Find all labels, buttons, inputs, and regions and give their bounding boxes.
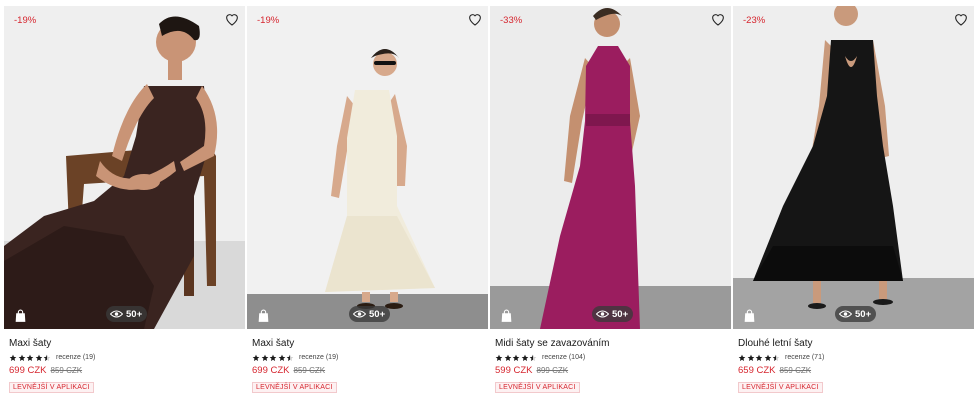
product-card[interactable]: -23% 50+ Dlouhé letní šaty recenze (71) … <box>733 6 974 394</box>
heart-icon[interactable] <box>467 11 483 27</box>
star-icon <box>772 354 780 361</box>
price-row: 699 CZK 859 CZK <box>9 365 245 376</box>
sale-price: 659 CZK <box>738 365 776 376</box>
views-badge: 50+ <box>349 306 391 322</box>
discount-badge: -33% <box>500 15 523 26</box>
star-icon <box>764 354 771 361</box>
app-promo-badge: LEVNĚJŠÍ V APLIKACI <box>252 382 337 393</box>
app-promo-badge: LEVNĚJŠÍ V APLIKACI <box>495 382 580 393</box>
rating-stars <box>495 354 537 362</box>
product-image[interactable]: -23% 50+ <box>733 6 974 329</box>
heart-icon[interactable] <box>953 11 969 27</box>
product-info: Midi šaty se zavazováním recenze (104) 5… <box>490 329 731 394</box>
star-icon <box>278 354 285 361</box>
product-card[interactable]: -19% 50+ Maxi šaty recenze (19) 699 CZK … <box>4 6 245 394</box>
original-price: 859 CZK <box>293 366 326 375</box>
star-icon <box>35 354 42 361</box>
sale-price: 599 CZK <box>495 365 533 376</box>
star-icon <box>26 354 34 361</box>
sale-price: 699 CZK <box>9 365 47 376</box>
original-price: 859 CZK <box>779 366 812 375</box>
star-icon <box>286 354 294 361</box>
star-icon <box>495 354 503 361</box>
original-price: 859 CZK <box>50 366 83 375</box>
product-image[interactable]: -33% 50+ <box>490 6 731 329</box>
product-info: Dlouhé letní šaty recenze (71) 659 CZK 8… <box>733 329 974 394</box>
star-icon <box>269 354 277 361</box>
eye-icon <box>839 310 852 318</box>
product-rating: recenze (19) <box>252 353 488 362</box>
product-name[interactable]: Midi šaty se zavazováním <box>495 338 731 350</box>
product-image[interactable]: -19% 50+ <box>247 6 488 329</box>
product-name[interactable]: Dlouhé letní šaty <box>738 338 974 350</box>
star-icon <box>747 354 754 361</box>
review-count[interactable]: recenze (71) <box>785 354 824 361</box>
eye-icon <box>353 310 366 318</box>
heart-icon[interactable] <box>710 11 726 27</box>
discount-badge: -19% <box>257 15 280 26</box>
product-name[interactable]: Maxi šaty <box>252 338 488 350</box>
shopping-bag-icon[interactable] <box>257 309 270 323</box>
rating-stars <box>738 354 780 362</box>
shopping-bag-icon[interactable] <box>500 309 513 323</box>
views-badge: 50+ <box>106 306 148 322</box>
views-count: 50+ <box>612 308 629 320</box>
shopping-bag-icon[interactable] <box>14 309 27 323</box>
product-info: Maxi šaty recenze (19) 699 CZK 859 CZK L… <box>247 329 488 394</box>
views-count: 50+ <box>126 308 143 320</box>
eye-icon <box>110 310 123 318</box>
star-icon <box>529 354 537 361</box>
shopping-bag-icon[interactable] <box>743 309 756 323</box>
star-icon <box>252 354 260 361</box>
star-icon <box>738 354 746 361</box>
product-image[interactable]: -19% 50+ <box>4 6 245 329</box>
model-photo <box>4 6 245 329</box>
product-rating: recenze (104) <box>495 353 731 362</box>
product-card[interactable]: -19% 50+ Maxi šaty recenze (19) 699 CZK … <box>247 6 488 394</box>
price-row: 659 CZK 859 CZK <box>738 365 974 376</box>
heart-icon[interactable] <box>224 11 240 27</box>
product-rating: recenze (71) <box>738 353 974 362</box>
app-promo-badge: LEVNĚJŠÍ V APLIKACI <box>738 382 823 393</box>
star-icon <box>43 354 51 361</box>
rating-stars <box>252 354 294 362</box>
rating-stars <box>9 354 51 362</box>
review-count[interactable]: recenze (104) <box>542 354 585 361</box>
star-icon <box>261 354 268 361</box>
model-photo <box>733 6 974 329</box>
views-count: 50+ <box>855 308 872 320</box>
review-count[interactable]: recenze (19) <box>56 354 95 361</box>
product-name[interactable]: Maxi šaty <box>9 338 245 350</box>
product-rating: recenze (19) <box>9 353 245 362</box>
product-card[interactable]: -33% 50+ Midi šaty se zavazováním recenz… <box>490 6 731 394</box>
app-promo-badge: LEVNĚJŠÍ V APLIKACI <box>9 382 94 393</box>
star-icon <box>512 354 520 361</box>
review-count[interactable]: recenze (19) <box>299 354 338 361</box>
star-icon <box>9 354 17 361</box>
views-badge: 50+ <box>835 306 877 322</box>
views-badge: 50+ <box>592 306 634 322</box>
views-count: 50+ <box>369 308 386 320</box>
star-icon <box>504 354 511 361</box>
model-photo <box>247 6 488 329</box>
sale-price: 699 CZK <box>252 365 290 376</box>
discount-badge: -23% <box>743 15 766 26</box>
model-photo <box>490 6 731 329</box>
product-grid: -19% 50+ Maxi šaty recenze (19) 699 CZK … <box>4 6 974 394</box>
original-price: 899 CZK <box>536 366 569 375</box>
star-icon <box>18 354 25 361</box>
discount-badge: -19% <box>14 15 37 26</box>
price-row: 699 CZK 859 CZK <box>252 365 488 376</box>
star-icon <box>521 354 528 361</box>
product-info: Maxi šaty recenze (19) 699 CZK 859 CZK L… <box>4 329 245 394</box>
star-icon <box>755 354 763 361</box>
eye-icon <box>596 310 609 318</box>
price-row: 599 CZK 899 CZK <box>495 365 731 376</box>
